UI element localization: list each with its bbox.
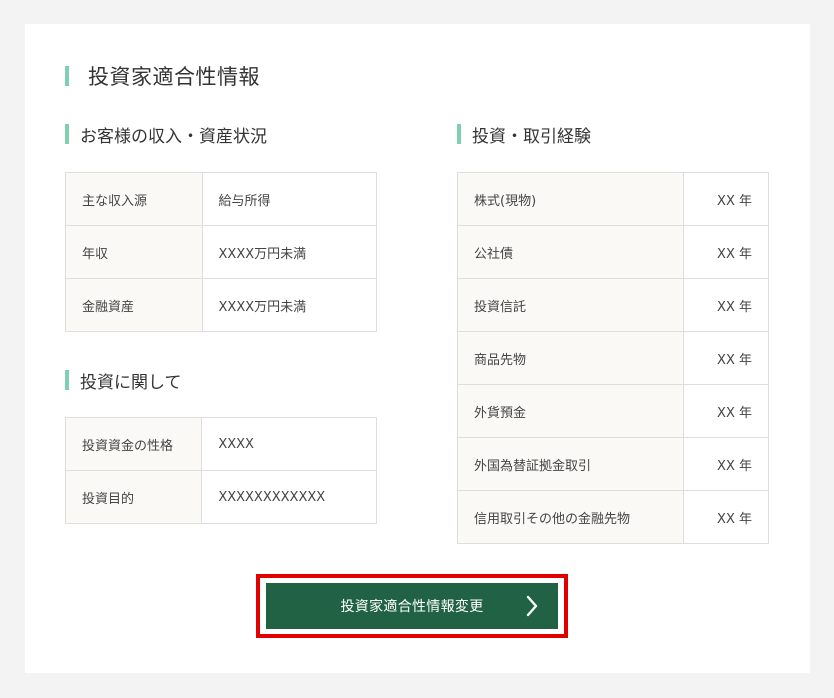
investment-label: 投資目的 bbox=[64, 470, 203, 524]
table-row: 商品先物 XX 年 bbox=[456, 331, 769, 385]
experience-years: XX 年 bbox=[683, 384, 769, 438]
investment-value: XXXX bbox=[201, 417, 377, 471]
page-title-text: 投資家適合性情報 bbox=[88, 65, 260, 89]
income-table: 主な収入源 給与所得 年収 XXXX万円未満 金融資産 XXXX万円未満 bbox=[65, 172, 378, 332]
button-highlight-frame: 投資家適合性情報変更 bbox=[256, 574, 568, 638]
income-label: 主な収入源 bbox=[65, 172, 203, 226]
income-section-title: お客様の収入・資産状況 bbox=[65, 122, 267, 147]
income-label: 金融資産 bbox=[65, 278, 203, 332]
table-row: 外貨預金 XX 年 bbox=[456, 384, 769, 438]
table-row: 投資資金の性格 XXXX bbox=[64, 417, 377, 471]
table-row: 金融資産 XXXX万円未満 bbox=[65, 278, 378, 332]
income-value: XXXX万円未満 bbox=[201, 225, 378, 279]
table-row: 株式(現物) XX 年 bbox=[456, 172, 769, 226]
experience-years: XX 年 bbox=[683, 437, 769, 491]
investor-suitability-card: 投資家適合性情報 お客様の収入・資産状況 主な収入源 給与所得 年収 XXXX万… bbox=[25, 24, 810, 673]
experience-years: XX 年 bbox=[683, 225, 769, 279]
experience-table: 株式(現物) XX 年 公社債 XX 年 投資信託 XX 年 商品先物 XX 年… bbox=[456, 172, 769, 544]
experience-years: XX 年 bbox=[683, 278, 769, 332]
table-row: 主な収入源 給与所得 bbox=[65, 172, 378, 226]
experience-label: 公社債 bbox=[456, 225, 685, 279]
experience-section-title: 投資・取引経験 bbox=[457, 122, 591, 147]
experience-years: XX 年 bbox=[683, 172, 769, 226]
experience-label: 外国為替証拠金取引 bbox=[456, 437, 685, 491]
chevron-right-icon bbox=[526, 595, 538, 617]
page-title: 投資家適合性情報 bbox=[65, 62, 260, 90]
table-row: 公社債 XX 年 bbox=[456, 225, 769, 279]
section-accent-bar bbox=[457, 124, 461, 144]
experience-label: 投資信託 bbox=[456, 278, 685, 332]
title-accent-bar bbox=[65, 66, 69, 86]
experience-label: 株式(現物) bbox=[456, 172, 685, 226]
table-row: 年収 XXXX万円未満 bbox=[65, 225, 378, 279]
income-value: 給与所得 bbox=[201, 172, 378, 226]
change-suitability-button-label: 投資家適合性情報変更 bbox=[340, 599, 484, 615]
experience-years: XX 年 bbox=[683, 490, 769, 544]
table-row: 信用取引その他の金融先物 XX 年 bbox=[456, 490, 769, 544]
experience-label: 外貨預金 bbox=[456, 384, 685, 438]
table-row: 投資目的 XXXXXXXXXXXX bbox=[64, 470, 377, 524]
investment-table: 投資資金の性格 XXXX 投資目的 XXXXXXXXXXXX bbox=[64, 417, 377, 524]
experience-label: 信用取引その他の金融先物 bbox=[456, 490, 685, 544]
income-value: XXXX万円未満 bbox=[201, 278, 378, 332]
experience-section-title-text: 投資・取引経験 bbox=[472, 126, 591, 147]
table-row: 外国為替証拠金取引 XX 年 bbox=[456, 437, 769, 491]
section-accent-bar bbox=[65, 124, 69, 144]
section-accent-bar bbox=[65, 370, 69, 390]
experience-years: XX 年 bbox=[683, 331, 769, 385]
investment-section-title-text: 投資に関して bbox=[80, 372, 182, 393]
income-label: 年収 bbox=[65, 225, 203, 279]
change-suitability-button[interactable]: 投資家適合性情報変更 bbox=[266, 583, 558, 629]
investment-label: 投資資金の性格 bbox=[64, 417, 203, 471]
investment-value: XXXXXXXXXXXX bbox=[201, 470, 377, 524]
income-section-title-text: お客様の収入・資産状況 bbox=[80, 126, 267, 147]
table-row: 投資信託 XX 年 bbox=[456, 278, 769, 332]
investment-section-title: 投資に関して bbox=[65, 368, 182, 393]
experience-label: 商品先物 bbox=[456, 331, 685, 385]
